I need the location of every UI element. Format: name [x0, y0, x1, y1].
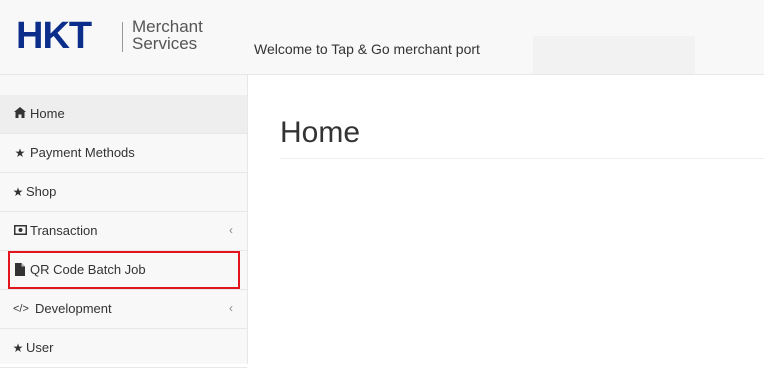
chevron-left-icon: ‹	[229, 223, 233, 237]
home-icon	[13, 107, 27, 121]
logo-subtitle-line1: Merchant	[132, 17, 203, 36]
chevron-left-icon: ‹	[229, 301, 233, 315]
sidebar-item-shop[interactable]: ★ Shop	[0, 173, 247, 212]
logo-hkt-text: HKT	[16, 15, 92, 57]
logo-subtitle: Merchant Services	[132, 18, 203, 52]
sidebar-item-user[interactable]: ★ User	[0, 329, 247, 368]
welcome-message: Welcome to Tap & Go merchant port	[254, 41, 480, 57]
sidebar-item-label: User	[26, 340, 54, 355]
sidebar-item-label: Development	[35, 301, 112, 316]
star-icon: ★	[14, 146, 26, 160]
top-navbar: HKT Merchant Services Welcome to Tap & G…	[0, 0, 764, 75]
page-title: Home	[280, 116, 361, 149]
sidebar-item-payment-methods[interactable]: ★ Payment Methods	[0, 134, 247, 173]
sidebar-item-label: Home	[30, 106, 65, 121]
sidebar-item-qr-code-batch-job[interactable]: QR Code Batch Job	[0, 251, 247, 290]
sidebar-nav: Home ★ Payment Methods ★ Shop Transactio…	[0, 75, 248, 368]
star-icon: ★	[12, 341, 24, 355]
sidebar-item-label: Payment Methods	[30, 145, 135, 160]
sidebar-item-label: Transaction	[30, 223, 98, 238]
money-icon	[13, 224, 27, 238]
file-icon	[13, 263, 27, 277]
star-icon: ★	[12, 185, 24, 199]
title-divider	[280, 158, 764, 159]
logo-divider	[122, 22, 123, 52]
sidebar-item-label: Shop	[26, 184, 57, 199]
sidebar-item-home[interactable]: Home	[0, 95, 247, 134]
sidebar-item-transaction[interactable]: Transaction ‹	[0, 212, 247, 251]
code-icon: </>	[13, 303, 29, 315]
sidebar-item-development[interactable]: </> Development ‹	[0, 290, 247, 329]
redacted-region	[533, 36, 695, 74]
sidebar-item-label: QR Code Batch Job	[30, 262, 146, 277]
logo-subtitle-line2: Services	[132, 34, 198, 53]
